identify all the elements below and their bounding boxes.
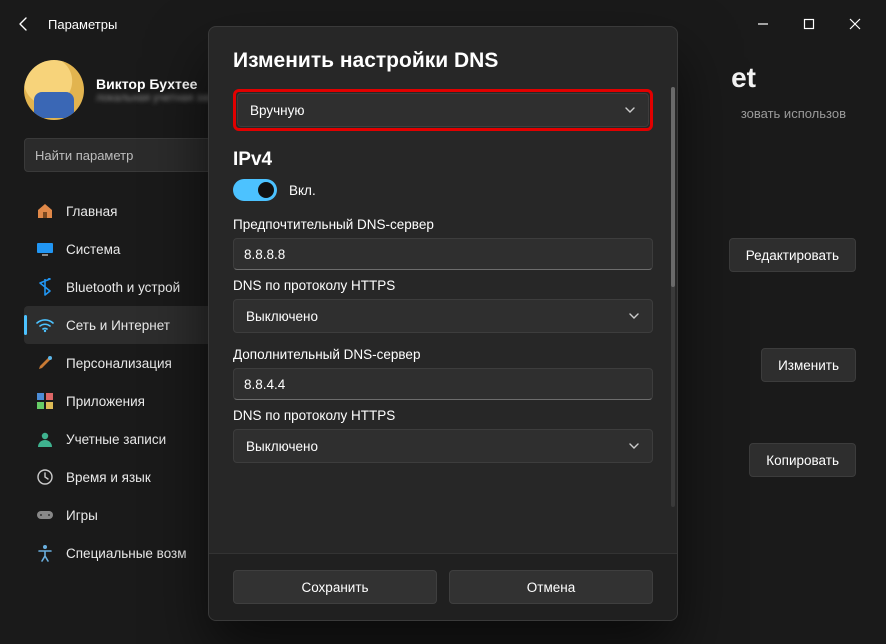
ipv4-toggle[interactable] (233, 179, 277, 201)
close-icon (849, 18, 861, 30)
ipv4-toggle-label: Вкл. (289, 183, 316, 198)
dns-https-2-select[interactable]: Выключено (233, 429, 653, 463)
dns-https-1-value: Выключено (246, 309, 318, 324)
sidebar-item-label: Bluetooth и устрой (66, 280, 180, 295)
minimize-icon (757, 18, 769, 30)
account-icon (36, 430, 54, 448)
dns-https-2-value: Выключено (246, 439, 318, 454)
dialog-title: Изменить настройки DNS (233, 49, 653, 73)
preferred-dns-label: Предпочтительный DNS-сервер (233, 217, 653, 232)
search-input[interactable]: Найти параметр (24, 138, 234, 172)
wifi-icon (36, 316, 54, 334)
page-title-fragment: et (731, 62, 756, 94)
games-icon (36, 506, 54, 524)
sidebar-item-label: Сеть и Интернет (66, 318, 170, 333)
dns-settings-dialog: Изменить настройки DNS Вручную IPv4 Вкл.… (208, 26, 678, 621)
search-placeholder: Найти параметр (35, 148, 133, 163)
scrollbar-thumb[interactable] (671, 87, 675, 287)
sidebar-item-label: Главная (66, 204, 117, 219)
sidebar-item-label: Приложения (66, 394, 145, 409)
dns-mode-select[interactable]: Вручную (237, 93, 649, 127)
save-button[interactable]: Сохранить (233, 570, 437, 604)
avatar (24, 60, 84, 120)
apps-icon (36, 392, 54, 410)
accessibility-icon (36, 544, 54, 562)
sidebar-item-label: Время и язык (66, 470, 151, 485)
brush-icon (36, 354, 54, 372)
maximize-icon (803, 18, 815, 30)
system-icon (36, 240, 54, 258)
copy-button[interactable]: Копировать (749, 443, 856, 477)
preferred-dns-input[interactable] (233, 238, 653, 270)
dns-https-2-label: DNS по протоколу HTTPS (233, 408, 653, 423)
window-title: Параметры (48, 17, 117, 32)
dns-mode-value: Вручную (250, 103, 304, 118)
highlight-annotation: Вручную (233, 89, 653, 131)
dialog-footer: Сохранить Отмена (209, 553, 677, 620)
maximize-button[interactable] (786, 8, 832, 40)
chevron-down-icon (624, 104, 636, 116)
time-icon (36, 468, 54, 486)
change-button[interactable]: Изменить (761, 348, 856, 382)
sidebar-item-label: Игры (66, 508, 98, 523)
dns-https-1-label: DNS по протоколу HTTPS (233, 278, 653, 293)
edit-button[interactable]: Редактировать (729, 238, 856, 272)
dialog-scrollbar[interactable] (671, 87, 675, 507)
page-subtitle-fragment: зовать использов (741, 106, 846, 121)
ipv4-heading: IPv4 (233, 149, 653, 171)
alternate-dns-input[interactable] (233, 368, 653, 400)
sidebar-item-label: Система (66, 242, 120, 257)
sidebar-item-label: Персонализация (66, 356, 172, 371)
dns-https-1-select[interactable]: Выключено (233, 299, 653, 333)
back-button[interactable] (8, 8, 40, 40)
bluetooth-icon (36, 278, 54, 296)
close-button[interactable] (832, 8, 878, 40)
minimize-button[interactable] (740, 8, 786, 40)
home-icon (36, 202, 54, 220)
alternate-dns-label: Дополнительный DNS-сервер (233, 347, 653, 362)
arrow-left-icon (16, 16, 32, 32)
chevron-down-icon (628, 310, 640, 322)
sidebar-item-label: Специальные возм (66, 546, 187, 561)
chevron-down-icon (628, 440, 640, 452)
sidebar-item-label: Учетные записи (66, 432, 166, 447)
cancel-button[interactable]: Отмена (449, 570, 653, 604)
